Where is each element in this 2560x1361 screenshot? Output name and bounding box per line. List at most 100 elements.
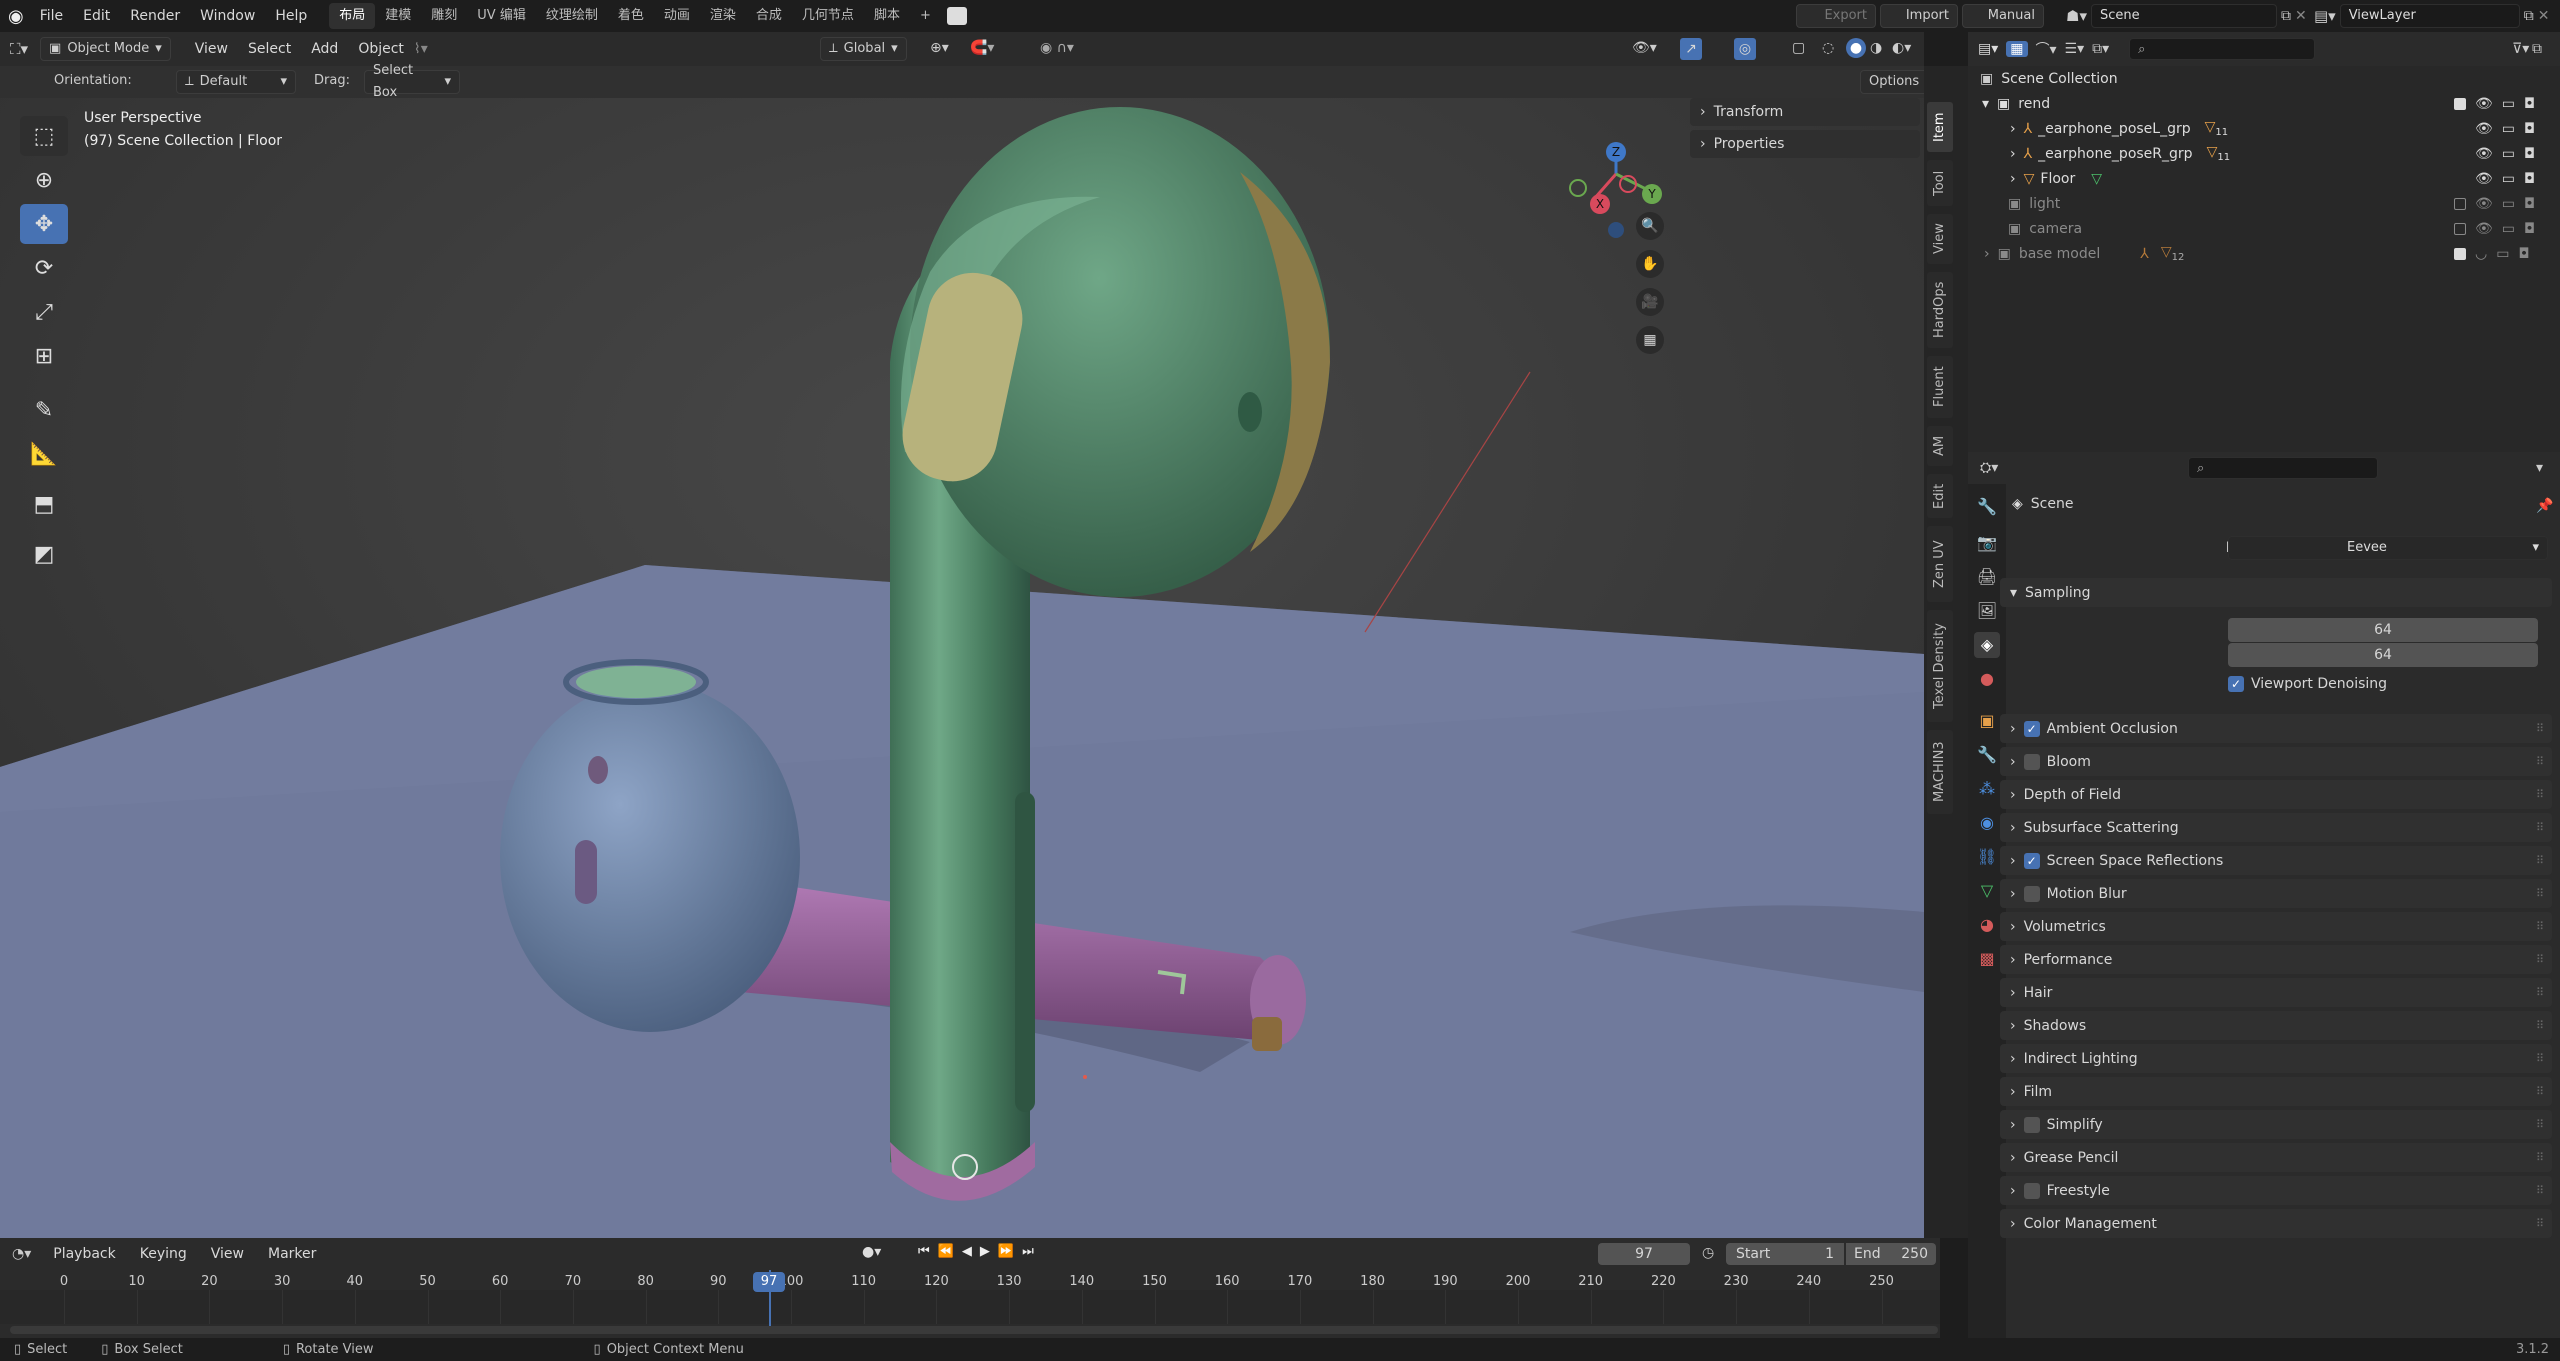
monitor-icon[interactable]: ▭ bbox=[2502, 121, 2515, 137]
outliner-sync-icon[interactable]: ⌒▾ bbox=[2036, 39, 2057, 59]
material-tab-icon[interactable]: ◕ bbox=[1974, 912, 2000, 938]
side-tab-hardops[interactable]: HardOps bbox=[1927, 272, 1953, 348]
drag-grip-icon[interactable]: ⠿ bbox=[2536, 953, 2544, 966]
manual-button[interactable]: Manual bbox=[1962, 4, 2044, 28]
data-tab-icon[interactable]: ▽ bbox=[1974, 878, 2000, 904]
timeline-track-area[interactable] bbox=[0, 1290, 1940, 1324]
current-frame-field[interactable]: 97 bbox=[1598, 1243, 1690, 1265]
section-hair[interactable]: › Hair ⠿ bbox=[2000, 978, 2552, 1007]
transform-orientation-dropdown[interactable]: ⟂ Global ▾ bbox=[820, 37, 907, 61]
add-cube-tool-icon[interactable]: ⬒ bbox=[20, 484, 68, 524]
workspace-tab-layout[interactable]: 布局 bbox=[329, 3, 376, 29]
outliner-funnel-icon[interactable]: ⊽▾ bbox=[2512, 41, 2529, 57]
monitor-icon[interactable]: ▭ bbox=[2502, 146, 2515, 162]
start-frame-field[interactable]: Start 1 bbox=[1726, 1243, 1844, 1265]
side-tab-edit[interactable]: Edit bbox=[1927, 474, 1953, 518]
shading-material-icon[interactable]: ◑ bbox=[1870, 40, 1882, 56]
outliner-display-icon[interactable]: ☰▾ bbox=[2065, 41, 2085, 57]
view-layer-icon[interactable]: ▤▾ bbox=[2314, 7, 2336, 25]
scale-tool-icon[interactable]: ⤢ bbox=[20, 292, 68, 332]
xray-icon[interactable]: ▢ bbox=[1792, 40, 1805, 56]
new-view-layer-icon[interactable]: ⧉ bbox=[2524, 8, 2534, 24]
camera-icon[interactable]: ◘ bbox=[2524, 96, 2535, 112]
drag-grip-icon[interactable]: ⠿ bbox=[2536, 1019, 2544, 1032]
menu-edit[interactable]: Edit bbox=[73, 0, 120, 32]
section-indirect-lighting[interactable]: › Indirect Lighting ⠿ bbox=[2000, 1044, 2552, 1073]
rotate-tool-icon[interactable]: ⟳ bbox=[20, 248, 68, 288]
timeline-scrollbar[interactable] bbox=[10, 1326, 1938, 1334]
prev-keyframe-icon[interactable]: ⏪ bbox=[938, 1244, 954, 1259]
3d-viewport[interactable]: ⛶▾ ▣ Object Mode ▾ View Select Add Objec… bbox=[0, 32, 1924, 1238]
shading-rendered-icon[interactable]: ◐▾ bbox=[1892, 40, 1911, 56]
npanel-transform-section[interactable]: › Transform bbox=[1690, 98, 1920, 126]
modifier-tab-icon[interactable]: 🔧 bbox=[1974, 742, 2000, 768]
select-box-tool-icon[interactable]: ⬚ bbox=[20, 116, 68, 156]
proportional-edit-icon[interactable]: ◉ ∩▾ bbox=[1040, 40, 1074, 56]
delete-view-layer-icon[interactable]: ✕ bbox=[2538, 8, 2550, 24]
workspace-tab-uv-editing[interactable]: UV 编辑 bbox=[467, 3, 536, 29]
monitor-icon[interactable]: ▭ bbox=[2502, 221, 2515, 237]
object-mode-dropdown[interactable]: ▣ Object Mode ▾ bbox=[40, 37, 171, 61]
drag-dropdown[interactable]: Select Box ▾ bbox=[364, 63, 460, 100]
section-shadows[interactable]: › Shadows ⠿ bbox=[2000, 1011, 2552, 1040]
viewport-denoising-checkbox[interactable]: ✓ Viewport Denoising bbox=[2228, 676, 2387, 692]
timeline-menu-marker[interactable]: Marker bbox=[258, 1238, 326, 1270]
timeline-menu-keying[interactable]: Keying bbox=[130, 1238, 197, 1270]
drag-grip-icon[interactable]: ⠿ bbox=[2536, 1052, 2544, 1065]
pin-icon[interactable]: 📌 bbox=[2536, 498, 2553, 514]
scene-name-field[interactable]: Scene bbox=[2090, 4, 2277, 28]
drag-grip-icon[interactable]: ⠿ bbox=[2536, 821, 2544, 834]
chevron-down-icon[interactable]: ▾ bbox=[2536, 460, 2543, 476]
checkbox-unchecked-icon[interactable] bbox=[2023, 1182, 2040, 1199]
menu-help[interactable]: Help bbox=[265, 0, 317, 32]
eye-icon[interactable]: 👁 bbox=[2475, 171, 2493, 187]
outliner-search-input[interactable]: ⌕ bbox=[2129, 38, 2316, 60]
outliner-new-collection-icon[interactable]: ⧉ bbox=[2532, 41, 2542, 57]
timeline-menu-playback[interactable]: Playback bbox=[43, 1238, 125, 1270]
drag-grip-icon[interactable]: ⠿ bbox=[2536, 1085, 2544, 1098]
play-icon[interactable]: ▶ bbox=[980, 1244, 990, 1259]
workspace-tab-texture-paint[interactable]: 纹理绘制 bbox=[536, 3, 608, 29]
viewport-menu-add[interactable]: Add bbox=[301, 33, 348, 65]
side-tab-texel-density[interactable]: Texel Density bbox=[1927, 610, 1953, 722]
monitor-icon[interactable]: ▭ bbox=[2502, 171, 2515, 187]
annotate-tool-icon[interactable]: ✎ bbox=[20, 390, 68, 430]
menu-file[interactable]: File bbox=[30, 0, 73, 32]
side-tab-machin3[interactable]: MACHIN3 bbox=[1927, 730, 1953, 814]
section-performance[interactable]: › Performance ⠿ bbox=[2000, 945, 2552, 974]
section-motion-blur[interactable]: › Motion Blur ⠿ bbox=[2000, 879, 2552, 908]
texture-tab-icon[interactable]: ▩ bbox=[1974, 946, 2000, 972]
particles-tab-icon[interactable]: ⁂ bbox=[1974, 776, 2000, 802]
view-layer-tab-icon[interactable]: 🖼 bbox=[1974, 598, 2000, 624]
drag-grip-icon[interactable]: ⠿ bbox=[2536, 755, 2544, 768]
sampling-render-field[interactable]: 64 bbox=[2228, 618, 2538, 642]
shading-solid-icon[interactable]: ● bbox=[1846, 38, 1866, 58]
section-volumetrics[interactable]: › Volumetrics ⠿ bbox=[2000, 912, 2552, 941]
side-tab-tool[interactable]: Tool bbox=[1927, 160, 1953, 206]
camera-icon[interactable]: ◘ bbox=[2524, 171, 2535, 187]
zoom-icon[interactable]: 🔍 bbox=[1636, 212, 1664, 240]
new-scene-icon[interactable]: ⧉ bbox=[2281, 8, 2291, 24]
drag-grip-icon[interactable]: ⠿ bbox=[2536, 1217, 2544, 1230]
section-ambient-occlusion[interactable]: › ✓ Ambient Occlusion ⠿ bbox=[2000, 714, 2552, 743]
section-simplify[interactable]: › Simplify ⠿ bbox=[2000, 1110, 2552, 1139]
orientation-dropdown[interactable]: ⟂ Default ▾ bbox=[176, 70, 296, 94]
section-color-management[interactable]: › Color Management ⠿ bbox=[2000, 1209, 2552, 1238]
eye-closed-icon[interactable]: ◡ bbox=[2475, 246, 2487, 262]
drag-grip-icon[interactable]: ⠿ bbox=[2536, 920, 2544, 933]
object-tab-icon[interactable]: ▣ bbox=[1974, 708, 2000, 734]
properties-editor-icon[interactable]: ⛭▾ bbox=[1980, 460, 1998, 476]
render-engine-dropdown[interactable]: Eevee ▾ bbox=[2228, 536, 2548, 560]
section-film[interactable]: › Film ⠿ bbox=[2000, 1077, 2552, 1106]
monitor-icon[interactable]: ▭ bbox=[2496, 246, 2509, 262]
workspace-tab-sculpting[interactable]: 雕刻 bbox=[421, 3, 467, 29]
drag-grip-icon[interactable]: ⠿ bbox=[2536, 1184, 2544, 1197]
pan-hand-icon[interactable]: ✋ bbox=[1636, 250, 1664, 278]
outliner-filter-icon[interactable]: ▦ bbox=[2006, 41, 2028, 57]
scene-tab-icon[interactable]: ◈ bbox=[1974, 632, 2000, 658]
move-tool-icon[interactable]: ✥ bbox=[20, 204, 68, 244]
snap-icon[interactable]: 🧲▾ bbox=[970, 40, 994, 56]
image-icon[interactable] bbox=[946, 7, 967, 25]
side-tab-zen-uv[interactable]: Zen UV bbox=[1927, 526, 1953, 602]
eye-icon[interactable]: 👁 bbox=[2475, 96, 2493, 112]
